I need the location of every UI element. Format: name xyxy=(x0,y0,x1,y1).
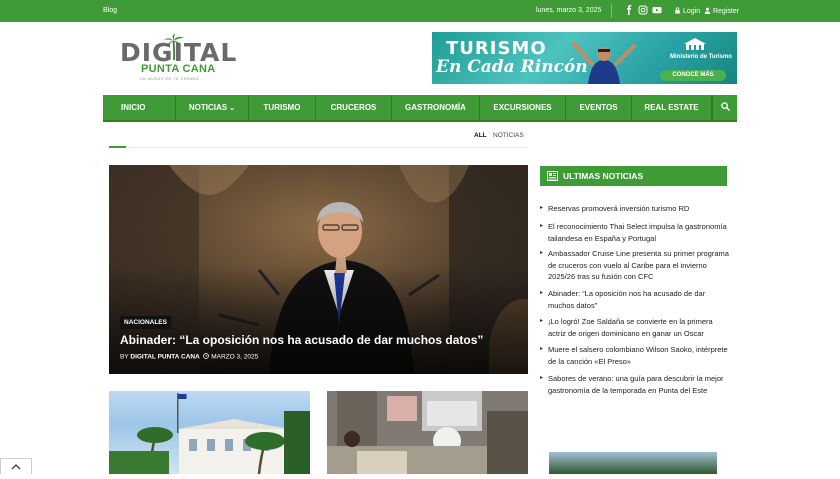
user-icon xyxy=(704,7,711,14)
banner-person-image xyxy=(572,42,636,84)
search-button[interactable] xyxy=(712,95,737,120)
current-date: lunes, marzo 3, 2025 xyxy=(536,7,602,14)
search-icon xyxy=(720,102,730,111)
by-label: BY xyxy=(120,353,129,361)
nav-item-label: INICIO xyxy=(121,103,146,112)
article-thumbnail[interactable] xyxy=(109,391,310,474)
logo-tagline: UN MUNDO EN TU VERANO xyxy=(140,77,200,81)
nav-item-excursiones[interactable]: EXCURSIONES xyxy=(480,95,566,120)
news-list-item[interactable]: Reservas promoverá inversión turismo RD xyxy=(540,203,730,215)
chevron-down-icon: ⌄ xyxy=(229,105,236,112)
nav-item-label: EVENTOS xyxy=(579,103,618,112)
divider-accent xyxy=(109,146,126,148)
news-list-item[interactable]: Sabores de verano: una guía para descubr… xyxy=(540,373,730,396)
palm-tree-icon xyxy=(164,34,184,65)
article-thumbnail-image xyxy=(327,391,528,474)
divider xyxy=(611,4,612,18)
ministry-building-icon xyxy=(684,38,706,50)
nav-item-label: REAL ESTATE xyxy=(644,103,699,112)
news-list-item[interactable]: ¡Lo logró! Zoe Saldaña se convierte en l… xyxy=(540,316,730,339)
clock-icon xyxy=(203,353,210,359)
main-navigation: INICIO NOTICIAS ⌄ TURISMO CRUCEROS GASTR… xyxy=(103,95,737,122)
chevron-up-icon xyxy=(11,464,21,470)
banner-title: TURISMO xyxy=(446,38,547,59)
latest-news-heading: ULTIMAS NOTICIAS xyxy=(540,166,727,186)
banner-cta-button[interactable]: CONOCE MÁS xyxy=(660,70,726,81)
article-meta: BY DIGITAL PUNTA CANA MARZO 3, 2025 xyxy=(120,353,258,361)
register-link[interactable]: Register xyxy=(704,7,739,15)
article-thumbnail[interactable] xyxy=(327,391,528,474)
scroll-to-top-button[interactable] xyxy=(0,458,32,474)
filter-tab-all[interactable]: ALL xyxy=(474,132,487,139)
top-bar: Blog lunes, marzo 3, 2025 Login Register xyxy=(0,0,840,22)
nav-item-gastronomia[interactable]: GASTRONOMÍA xyxy=(392,95,480,120)
news-list-item[interactable]: El reconocimiento Thai Select impulsa la… xyxy=(540,221,730,244)
banner-ministry: Ministerio de Turismo xyxy=(670,54,732,60)
nav-item-label: CRUCEROS xyxy=(330,103,377,112)
latest-news-title: ULTIMAS NOTICIAS xyxy=(563,171,644,181)
nav-item-label: TURISMO xyxy=(263,103,301,112)
article-date: MARZO 3, 2025 xyxy=(211,353,259,361)
news-list-item[interactable]: Muere el salsero colombiano Wilson Saoko… xyxy=(540,344,730,367)
divider xyxy=(109,147,528,148)
nav-item-eventos[interactable]: EVENTOS xyxy=(566,95,632,120)
category-badge[interactable]: NACIONALES xyxy=(120,316,171,329)
turismo-banner-ad[interactable]: TURISMO En Cada Rincón Ministerio de Tur… xyxy=(432,32,737,84)
featured-article[interactable]: NACIONALES Abinader: “La oposición nos h… xyxy=(109,165,528,374)
nav-item-cruceros[interactable]: CRUCEROS xyxy=(316,95,392,120)
site-logo[interactable]: DIGITAL PUNTA CANA UN MUNDO EN TU VERANO xyxy=(120,34,236,84)
blog-link[interactable]: Blog xyxy=(103,7,117,14)
instagram-icon[interactable] xyxy=(638,5,648,15)
login-label: Login xyxy=(682,8,701,15)
news-list-item[interactable]: Ambassador Cruise Line presenta su prime… xyxy=(540,248,730,283)
nav-item-label: NOTICIAS xyxy=(188,103,228,112)
lock-icon xyxy=(675,7,680,14)
nav-item-noticias[interactable]: NOTICIAS ⌄ xyxy=(176,95,249,120)
newspaper-icon xyxy=(547,171,558,181)
nav-item-label: EXCURSIONES xyxy=(493,103,552,112)
login-link[interactable]: Login xyxy=(674,7,700,15)
register-label: Register xyxy=(712,8,740,15)
logo-text-punta-cana: PUNTA CANA xyxy=(141,63,216,75)
nav-item-real-estate[interactable]: REAL ESTATE xyxy=(632,95,712,120)
author-link[interactable]: DIGITAL PUNTA CANA xyxy=(130,354,199,361)
nav-item-inicio[interactable]: INICIO xyxy=(103,95,176,120)
nav-item-label: GASTRONOMÍA xyxy=(405,103,466,112)
article-thumbnail-image xyxy=(109,393,310,474)
news-list-item[interactable]: Abinader: “La oposición nos ha acusado d… xyxy=(540,288,730,311)
facebook-icon[interactable] xyxy=(624,5,634,15)
featured-article-title[interactable]: Abinader: “La oposición nos ha acusado d… xyxy=(120,333,483,347)
youtube-icon[interactable] xyxy=(652,5,662,15)
filter-tab-noticias[interactable]: NOTICIAS xyxy=(493,132,524,139)
sidebar-image[interactable] xyxy=(549,452,717,474)
nav-item-turismo[interactable]: TURISMO xyxy=(249,95,316,120)
